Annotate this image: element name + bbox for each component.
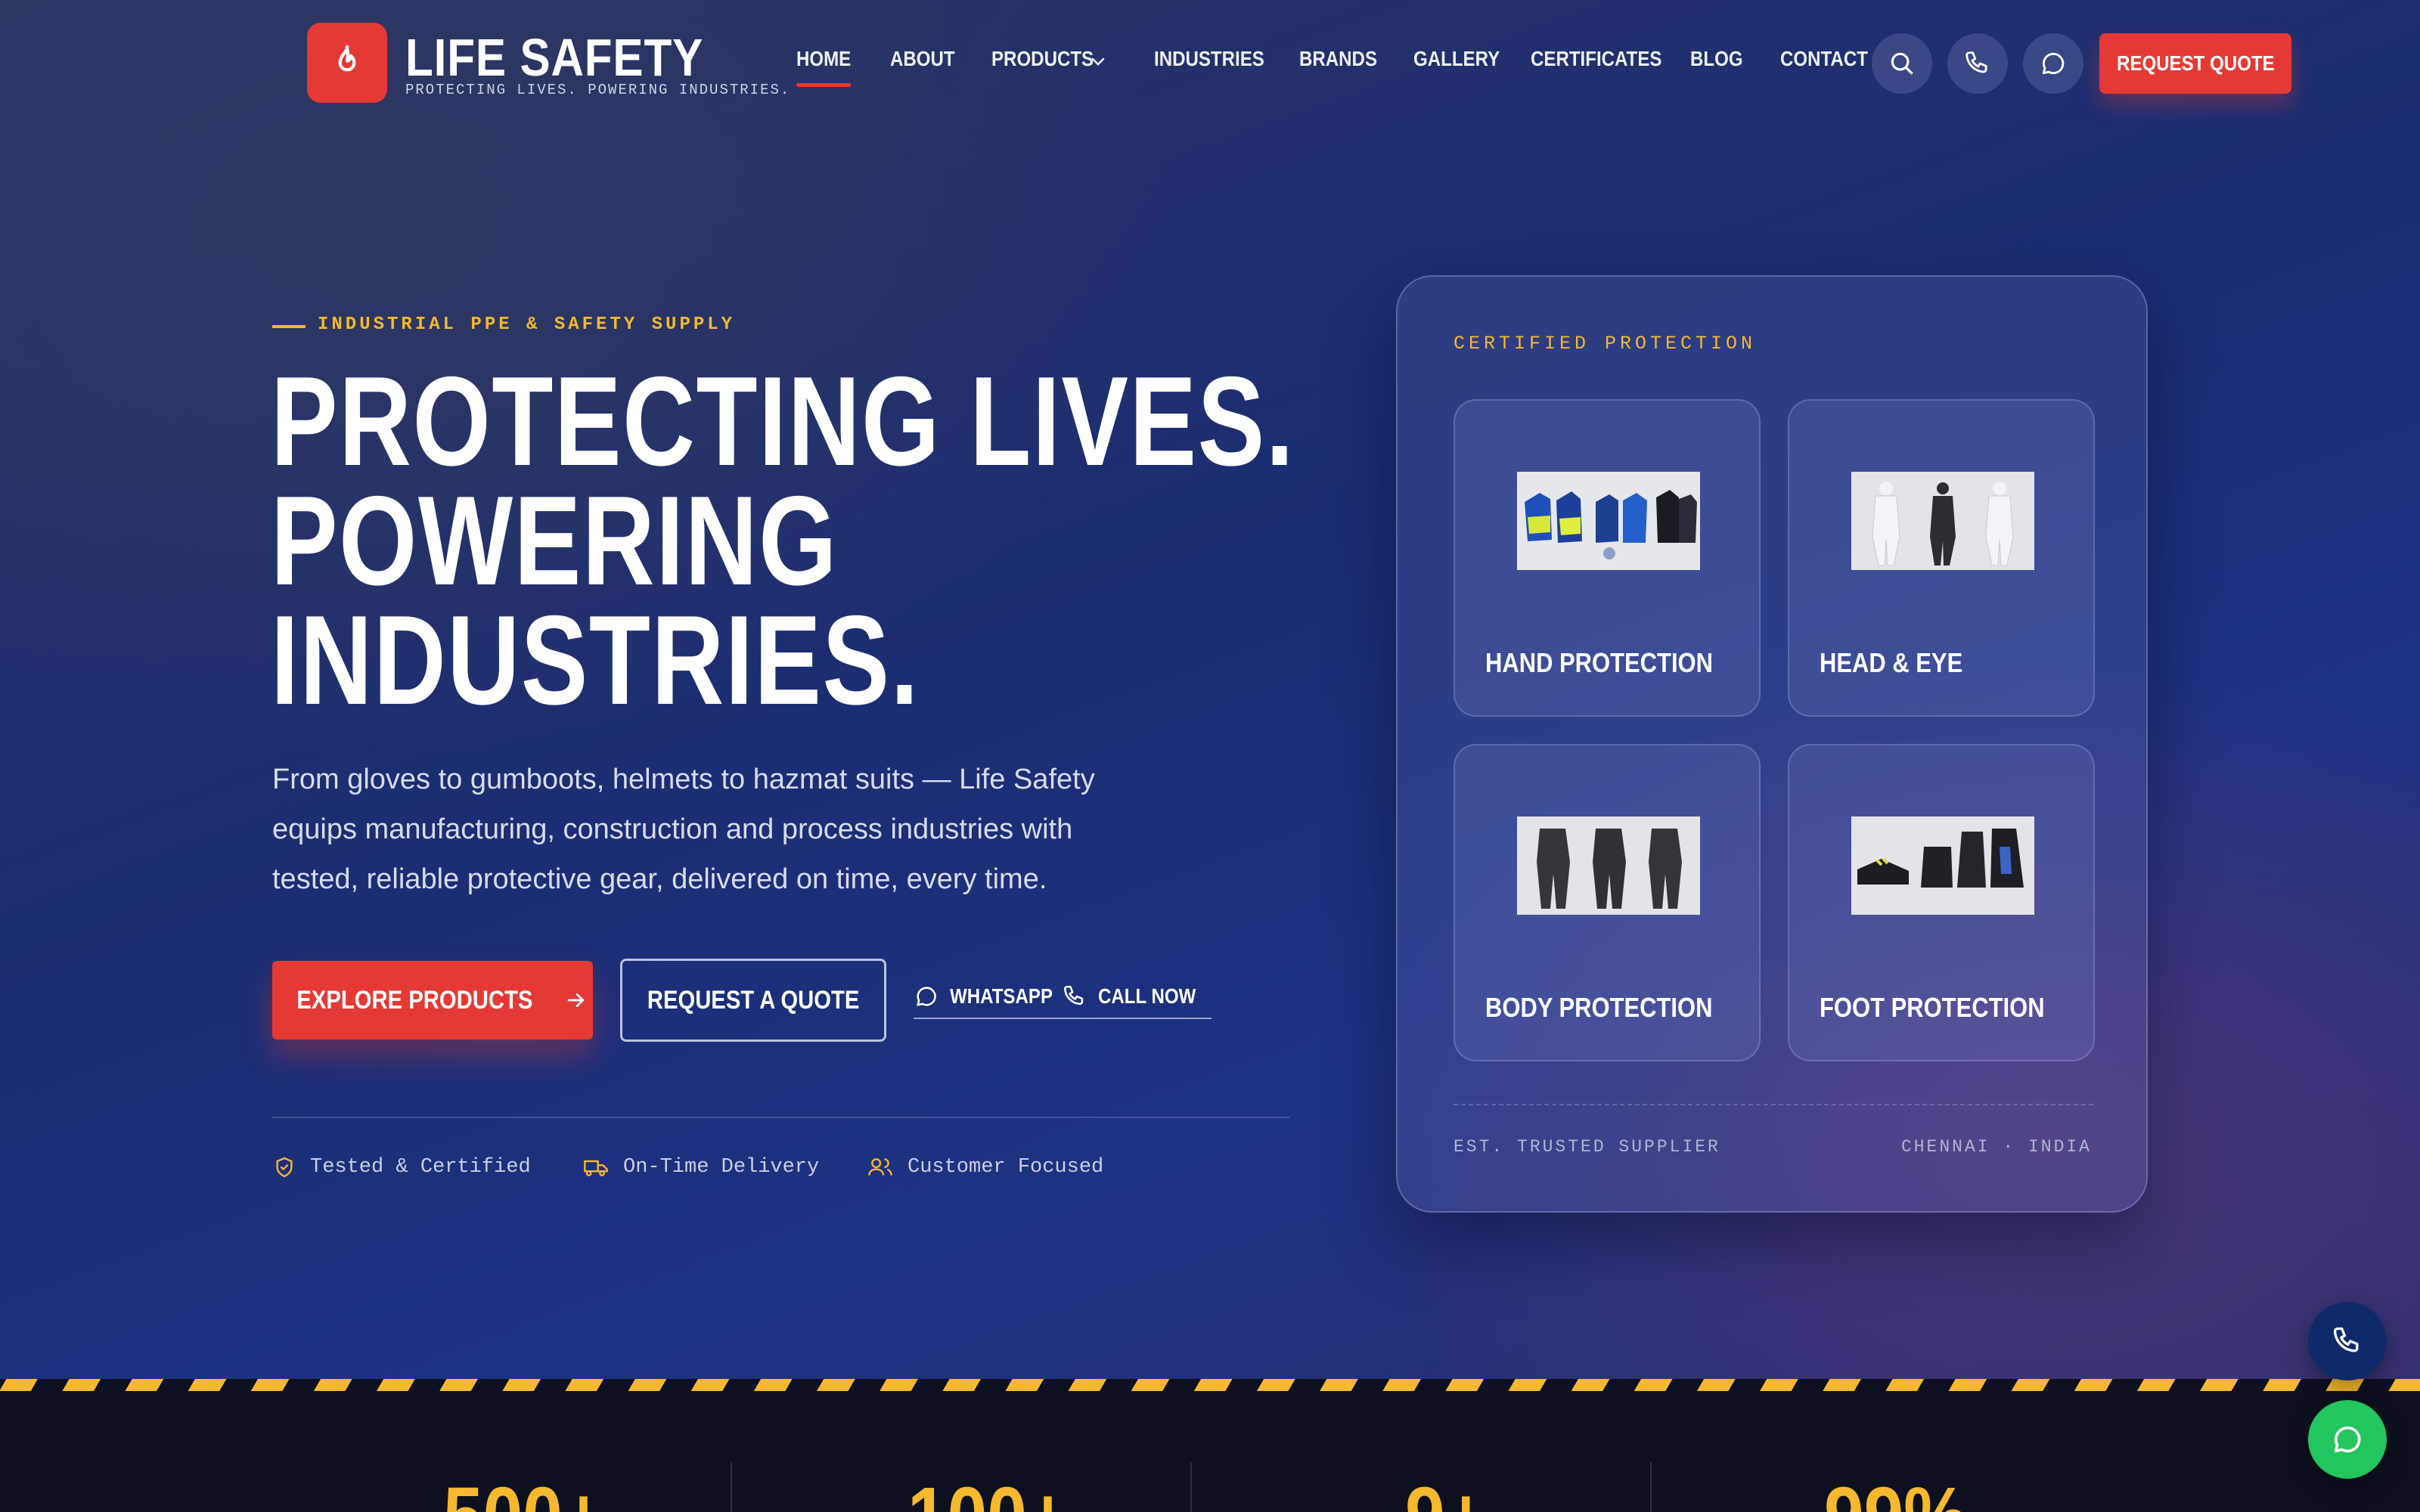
stat-value: 9+ — [1405, 1476, 1487, 1512]
eyebrow-rule — [272, 325, 306, 328]
users-icon — [868, 1158, 892, 1176]
nav-blog[interactable]: BLOG — [1690, 47, 1743, 71]
headline-line-1: PROTECTING LIVES. — [271, 350, 1295, 492]
rainsuit-image — [1517, 816, 1700, 915]
phone-icon — [1965, 51, 1987, 73]
tile-label: FOOT PROTECTION — [1820, 992, 2045, 1023]
trust-item: Customer Focused — [867, 1155, 1103, 1179]
floating-whatsapp-button[interactable] — [2308, 1400, 2387, 1479]
call-now-label: CALL NOW — [1098, 984, 1196, 1008]
hero-divider — [272, 1117, 1290, 1118]
coveralls-image — [1851, 472, 2034, 570]
whatsapp-icon — [2334, 1426, 2361, 1453]
phone-icon — [1063, 985, 1084, 1005]
arrow-right-icon — [567, 993, 585, 1007]
nav-products[interactable]: PRODUCTS — [991, 47, 1094, 71]
nav-contact[interactable]: CONTACT — [1780, 47, 1868, 71]
hero-headline: PROTECTING LIVES. POWERING INDUSTRIES. — [271, 350, 1295, 731]
stat-value: 99% — [1824, 1476, 1967, 1512]
search-button[interactable] — [1872, 33, 1932, 94]
trust-label: On-Time Delivery — [623, 1156, 820, 1179]
truck-icon — [584, 1160, 608, 1176]
trust-label: Customer Focused — [908, 1156, 1104, 1179]
card-divider — [1454, 1104, 2093, 1105]
search-icon — [1891, 52, 1913, 75]
hazard-stripe — [0, 1379, 2420, 1391]
tile-body-protection[interactable]: BODY PROTECTION — [1454, 744, 1761, 1061]
explore-products-button[interactable]: EXPLORE PRODUCTS — [272, 961, 593, 1040]
request-a-quote-label: REQUEST A QUOTE — [647, 985, 860, 1015]
stat-value: 100+ — [908, 1476, 1069, 1512]
explore-products-label: EXPLORE PRODUCTS — [296, 985, 532, 1015]
whatsapp-link[interactable]: WHATSAPP — [914, 980, 1070, 1019]
nav-gallery[interactable]: GALLERY — [1413, 47, 1500, 71]
phone-icon — [2333, 1327, 2359, 1352]
call-now-link[interactable]: CALL NOW — [1062, 980, 1212, 1019]
request-a-quote-button[interactable]: REQUEST A QUOTE — [620, 959, 886, 1042]
tile-label: HAND PROTECTION — [1485, 647, 1713, 678]
stats-band: 500+ 100+ 9+ 99% — [0, 1391, 2420, 1512]
card-footer-right: CHENNAI · INDIA — [1900, 1137, 2092, 1157]
card-eyebrow: CERTIFIED PROTECTION — [1454, 333, 1757, 355]
shield-check-icon — [276, 1157, 293, 1178]
chat-button[interactable] — [2023, 33, 2083, 94]
tile-head-eye[interactable]: HEAD & EYE — [1788, 399, 2095, 717]
stat-divider — [731, 1462, 732, 1512]
headline-line-2: POWERING — [271, 469, 838, 612]
hero-eyebrow: INDUSTRIAL PPE & SAFETY SUPPLY — [318, 314, 736, 335]
chat-icon — [2042, 52, 2065, 75]
whatsapp-label: WHATSAPP — [950, 984, 1053, 1008]
nav-about[interactable]: ABOUT — [890, 47, 955, 71]
phone-button[interactable] — [1947, 33, 2008, 94]
tile-label: HEAD & EYE — [1820, 647, 1963, 678]
request-quote-button[interactable]: REQUEST QUOTE — [2099, 33, 2291, 94]
nav-certificates[interactable]: CERTIFICATES — [1531, 47, 1661, 71]
hero-description: From gloves to gumboots, helmets to hazm… — [272, 764, 1095, 895]
nav-products-label: PRODUCTS — [991, 47, 1094, 70]
brand-name[interactable]: LIFE SAFETY — [405, 27, 703, 88]
request-quote-label: REQUEST QUOTE — [2116, 51, 2275, 75]
whatsapp-icon — [917, 987, 936, 1006]
tile-hand-protection[interactable]: HAND PROTECTION — [1454, 399, 1761, 717]
nav-brands[interactable]: BRANDS — [1299, 47, 1377, 71]
stat-value: 500+ — [443, 1476, 604, 1512]
trust-item: On-Time Delivery — [582, 1155, 819, 1179]
boots-image — [1851, 816, 2034, 915]
brand-tagline: PROTECTING LIVES. POWERING INDUSTRIES. — [405, 82, 791, 98]
tile-foot-protection[interactable]: FOOT PROTECTION — [1788, 744, 2095, 1061]
stat-divider — [1650, 1462, 1652, 1512]
trust-item: Tested & Certified — [272, 1155, 531, 1179]
flame-icon — [338, 45, 356, 72]
chevron-down-icon[interactable] — [1090, 56, 1106, 68]
category-card: CERTIFIED PROTECTION HAND PROTECTION HEA… — [1396, 275, 2148, 1213]
card-footer-left: EST. TRUSTED SUPPLIER — [1454, 1137, 1720, 1157]
tile-label: BODY PROTECTION — [1485, 992, 1713, 1023]
stat-divider — [1190, 1462, 1192, 1512]
logo-mark[interactable] — [307, 23, 387, 103]
nav-industries[interactable]: INDUSTRIES — [1154, 47, 1264, 71]
trust-label: Tested & Certified — [310, 1156, 531, 1179]
gloves-image — [1517, 472, 1700, 570]
nav-home[interactable]: HOME — [796, 47, 852, 87]
headline-line-3: INDUSTRIES. — [271, 589, 920, 731]
floating-call-button[interactable] — [2308, 1302, 2387, 1380]
